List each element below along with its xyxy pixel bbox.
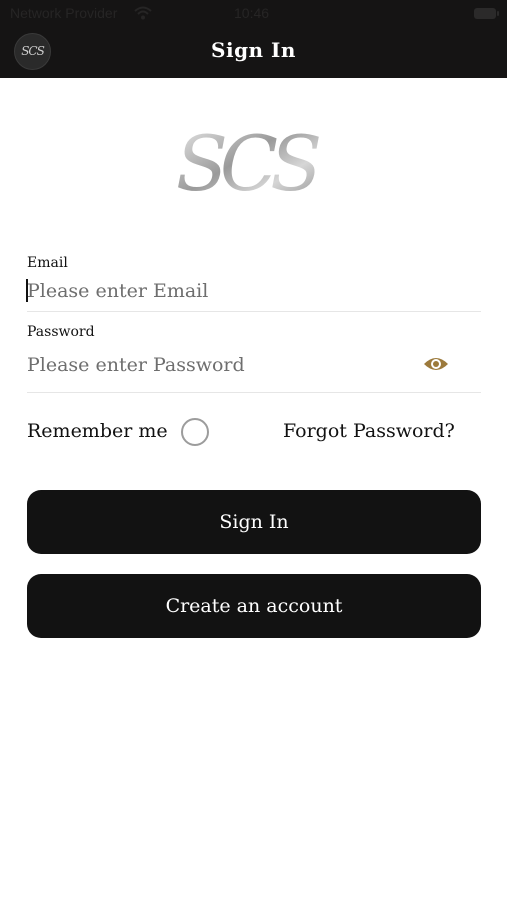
eye-icon[interactable] [423, 354, 449, 374]
sign-in-button[interactable]: Sign In [27, 490, 481, 554]
password-field[interactable] [27, 351, 407, 379]
password-divider [27, 392, 481, 393]
battery-icon [474, 8, 499, 19]
email-divider [27, 311, 481, 312]
status-time: 10:46 [234, 5, 270, 21]
brand-logo: SCS [176, 122, 320, 202]
forgot-password-link[interactable]: Forgot Password? [283, 420, 455, 442]
app-header: Network Provider 10:46 SCS Sign In [0, 0, 507, 78]
create-account-button[interactable]: Create an account [27, 574, 481, 638]
email-field[interactable] [27, 277, 467, 305]
page-title: Sign In [211, 38, 296, 62]
email-label: Email [27, 255, 68, 271]
password-label: Password [27, 324, 95, 340]
remember-me-label[interactable]: Remember me [27, 420, 168, 442]
wifi-icon [134, 6, 152, 20]
remember-me-radio[interactable] [181, 418, 209, 446]
carrier-name: Network Provider [10, 5, 118, 21]
brand-logo-text: SCS [176, 122, 319, 202]
status-bar: Network Provider 10:46 [0, 0, 507, 28]
